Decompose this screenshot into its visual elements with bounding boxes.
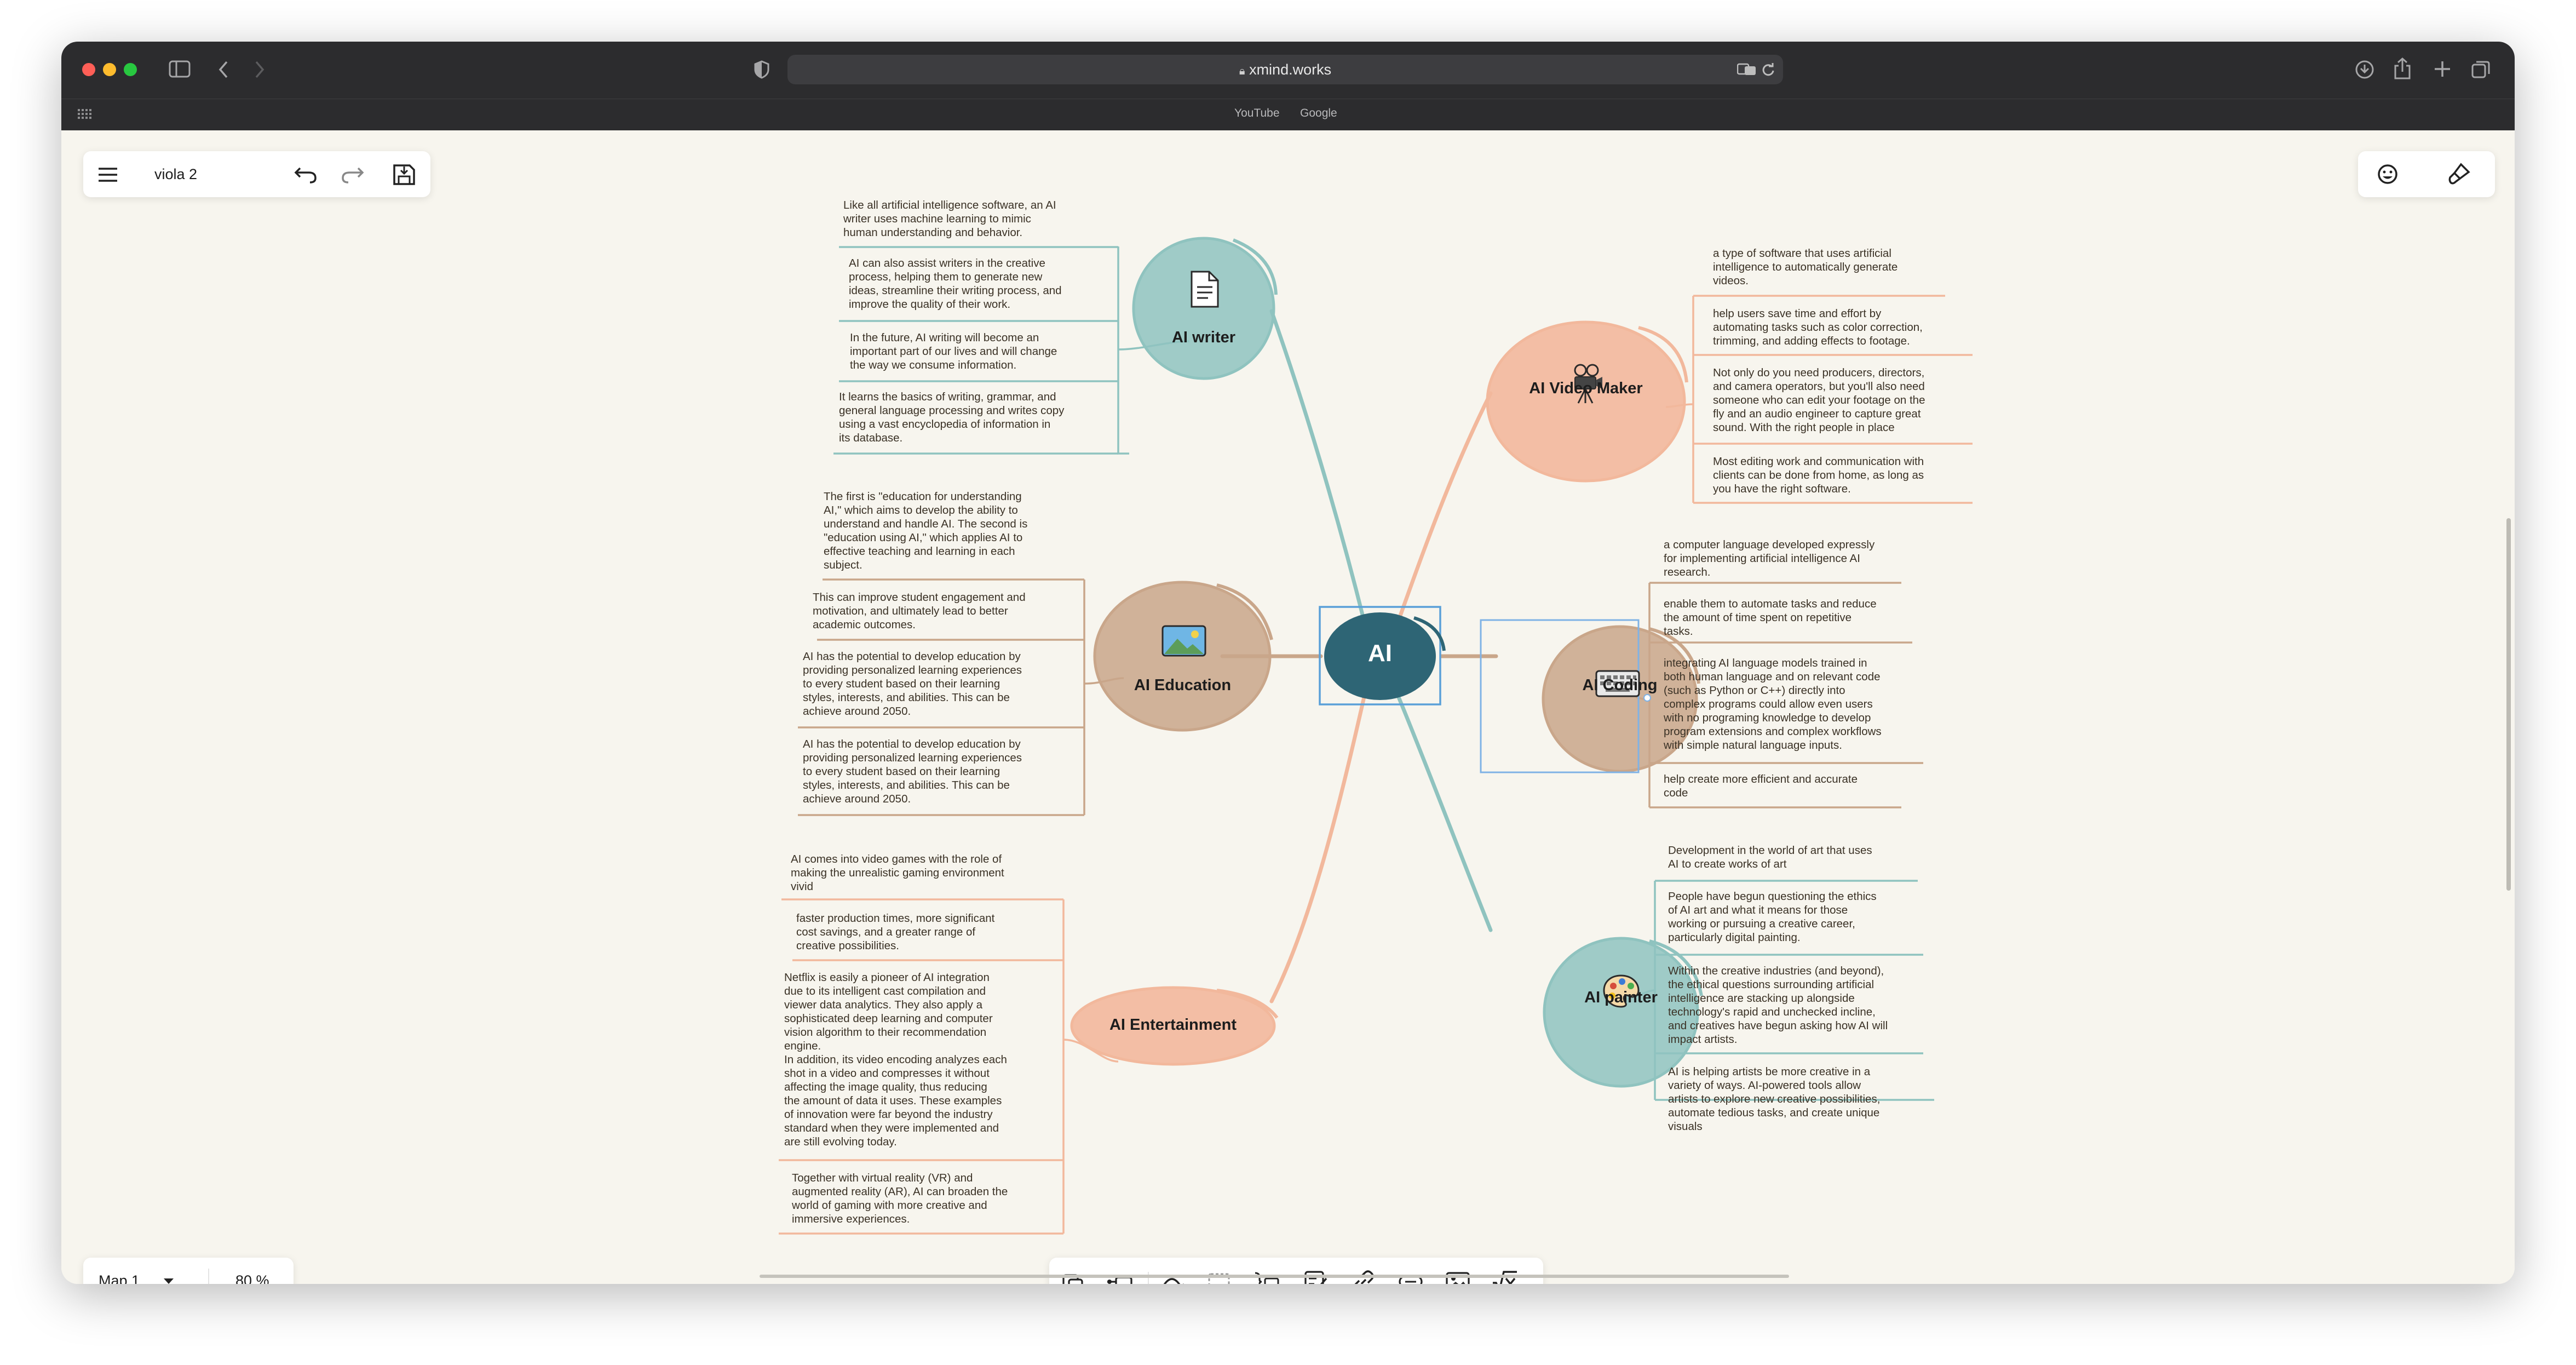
tab-overview-icon[interactable] [2471,60,2491,79]
divider [208,1269,209,1284]
subtopic-note[interactable]: In the future, AI writing will become an… [850,331,1057,372]
maximize-window-button[interactable] [124,63,137,76]
close-window-button[interactable] [82,63,95,76]
redo-icon[interactable] [341,165,365,185]
topic-ai-painter[interactable]: AI painter [1563,989,1679,1007]
subtopic-note[interactable]: Netflix is easily a pioneer of AI integr… [784,971,1007,1149]
apps-grid-icon[interactable] [78,109,92,120]
branch-line-ai-writer [1269,309,1367,626]
subtopic-note[interactable]: enable them to automate tasks and reduce… [1664,597,1877,638]
address-bar[interactable]: 🔒︎ xmind.works [787,55,1783,84]
chevron-down-icon[interactable] [163,1277,174,1284]
browser-window: 🔒︎ xmind.works YouTube Google AI writer … [61,42,2515,1284]
privacy-shield-icon[interactable] [754,60,770,79]
subtopic-note[interactable]: help users save time and effort by autom… [1713,307,1923,348]
central-topic[interactable]: AI [1336,640,1424,667]
mindmap-canvas[interactable]: AI writer AI Education AI Entertainment … [61,130,2515,1284]
format-brush-icon[interactable] [2447,162,2471,186]
downloads-icon[interactable] [2355,60,2374,79]
topic-ai-coding[interactable]: AI Coding [1562,676,1678,695]
zoom-level[interactable]: 80 % [235,1272,269,1284]
divider [1148,1272,1149,1284]
translate-icon[interactable] [1737,63,1757,76]
share-icon[interactable] [2393,57,2412,80]
subtopic-note[interactable]: a type of software that uses artificial … [1713,246,1898,288]
subtopic-note[interactable]: integrating AI language models trained i… [1664,656,1882,752]
document-icon [1191,271,1219,308]
subtopic-note[interactable]: help create more efficient and accurate … [1664,772,1858,800]
lock-icon: 🔒︎ [1239,64,1245,77]
subtopic-note[interactable]: AI can also assist writers in the creati… [849,256,1062,311]
subtopic-note[interactable]: The first is "education for understandin… [824,490,1027,572]
emoji-icon[interactable] [2377,163,2399,185]
subtopic-note[interactable]: Within the creative industries (and beyo… [1668,964,1888,1046]
bookmark-google[interactable]: Google [1300,107,1337,120]
url-text: xmind.works [1249,61,1332,78]
subtopic-note[interactable]: It learns the basics of writing, grammar… [839,390,1064,445]
horizontal-scrollbar[interactable] [760,1275,1789,1278]
back-arrow-icon[interactable] [217,60,230,79]
reload-icon[interactable] [1761,62,1775,77]
file-toolbar: viola 2 [83,151,430,197]
save-icon[interactable] [392,163,416,186]
subtopic-note[interactable]: Not only do you need producers, director… [1713,366,1925,434]
new-tab-icon[interactable] [2434,60,2451,78]
subtopic-note[interactable]: People have begun questioning the ethics… [1668,890,1877,944]
vertical-scrollbar[interactable] [2506,518,2511,891]
topic-ai-video-maker[interactable]: AI Video Maker [1515,380,1657,398]
forward-arrow-icon[interactable] [253,60,266,79]
topic-ai-entertainment[interactable]: AI Entertainment [1096,1016,1250,1034]
subtopic-note[interactable]: Development in the world of art that use… [1668,844,1872,871]
sheet-name[interactable]: Map 1 [99,1272,140,1284]
sheet-panel: Map 1 80 % [83,1258,294,1284]
subtopic-note[interactable]: Together with virtual reality (VR) and a… [792,1171,1008,1226]
bookmark-youtube[interactable]: YouTube [1234,107,1280,120]
topic-ai-writer[interactable]: AI writer [1149,329,1258,347]
file-name[interactable]: viola 2 [154,166,197,183]
branch-line-ai-entertainment [1269,692,1367,1003]
mindmap-drawing [779,237,1973,1235]
branch-line-ai-video-maker [1395,391,1493,626]
subtopic-note[interactable]: Most editing work and communication with… [1713,455,1924,496]
minimize-window-button[interactable] [103,63,116,76]
sidebar-toggle-icon[interactable] [169,60,191,78]
branch-line-ai-painter [1395,692,1493,932]
subtopic-note[interactable]: AI comes into video games with the role … [791,852,1004,893]
subtopic-note[interactable]: AI has the potential to develop educatio… [803,737,1022,806]
topic-ai-education[interactable]: AI Education [1118,676,1247,695]
subtopic-note[interactable]: faster production times, more significan… [796,911,994,953]
browser-title-bar: 🔒︎ xmind.works [61,42,2515,99]
undo-icon[interactable] [294,165,318,185]
subtopic-note[interactable]: This can improve student engagement and … [813,590,1026,632]
subtopic-note[interactable]: Like all artificial intelligence softwar… [843,198,1056,239]
menu-icon[interactable] [97,167,118,182]
subtopic-note[interactable]: AI is helping artists be more creative i… [1668,1065,1880,1133]
subtopic-note[interactable]: AI has the potential to develop educatio… [803,650,1022,718]
picture-icon [1162,625,1206,657]
right-toolbar [2358,151,2495,197]
bookmarks-bar [61,99,2515,131]
subtopic-note[interactable]: a computer language developed expressly … [1664,538,1875,579]
